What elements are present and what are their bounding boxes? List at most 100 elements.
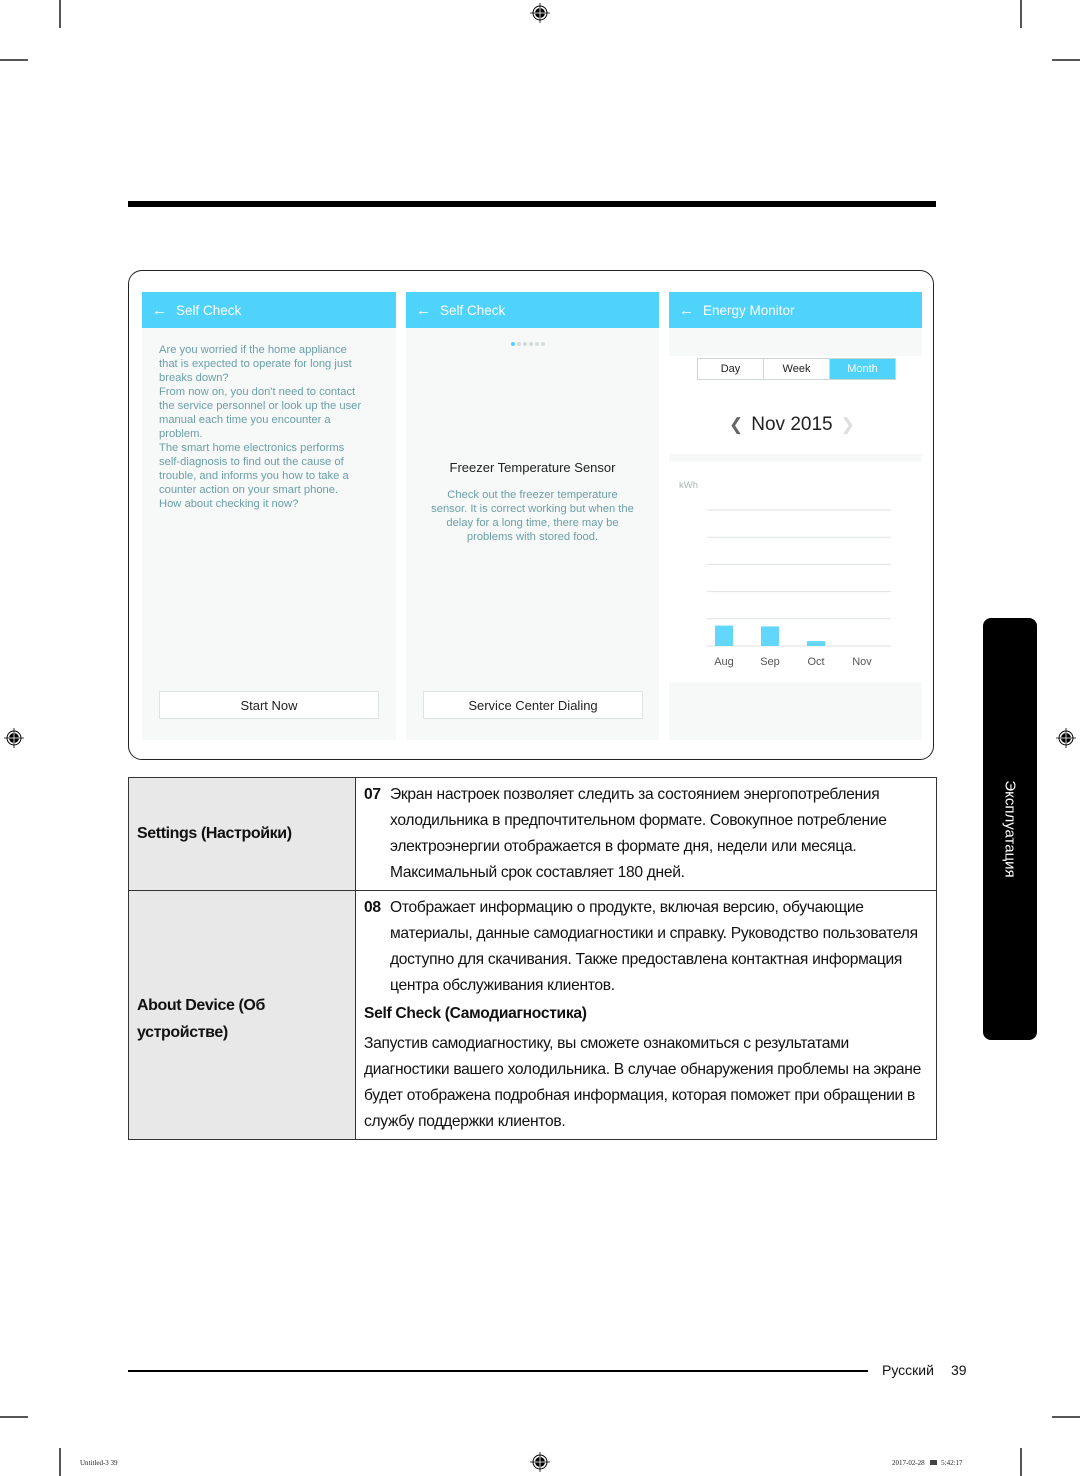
text-line: About Device (Об <box>137 997 265 1014</box>
start-now-button[interactable]: Start Now <box>159 691 379 719</box>
screen-energy-monitor: ← Energy Monitor Day Week Month ❮ Nov 20… <box>669 292 922 740</box>
screen-self-check-sensor: ← Self Check Freezer Temperature Sensor … <box>406 292 659 740</box>
text-line: Максимальный срок составляет 180 дней. <box>390 864 685 881</box>
x-tick-label: Nov <box>852 656 872 668</box>
crop-mark <box>1052 1416 1080 1418</box>
row-label-settings: Settings (Настройки) <box>128 777 356 891</box>
text-line: Запустив самодиагностику, вы сможете озн… <box>364 1035 849 1052</box>
text-line: 08 Отображает информацию о продукте, вклю… <box>364 895 928 921</box>
text-line: будет отображена подробная информация, к… <box>364 1087 915 1104</box>
app-bar: ← Energy Monitor <box>669 292 922 328</box>
feature-table: Settings (Настройки) 07 Экран настроек по… <box>128 777 937 1140</box>
text-line: Check out the freezer temperature <box>447 489 618 501</box>
item-number: 07 <box>364 786 381 803</box>
back-arrow-icon[interactable]: ← <box>152 303 167 318</box>
chart-panel: kWh Aug Sep Oct Nov <box>669 462 922 682</box>
text-line: counter action on your smart phone. <box>159 484 339 496</box>
text-line: диагностики вашего холодильника. В случа… <box>364 1061 921 1078</box>
text-line: службу поддержки клиентов. <box>364 1113 566 1130</box>
x-tick-label: Sep <box>760 656 780 668</box>
app-bar-title: Energy Monitor <box>703 302 795 318</box>
slug-box-icon <box>930 1460 938 1465</box>
crop-mark <box>59 1448 61 1476</box>
table-row: About Device (Об устройстве) 08 Отображае… <box>128 890 937 1140</box>
text-line: breaks down? <box>159 372 229 384</box>
back-arrow-icon[interactable]: ← <box>416 303 431 318</box>
registration-mark-icon <box>530 3 550 23</box>
page-dot <box>535 342 539 346</box>
slug-file: Untitled-3 39 <box>80 1459 118 1467</box>
table-row: Settings (Настройки) 07 Экран настроек по… <box>128 777 937 891</box>
slug-date: 2017-02-28 <box>892 1459 925 1467</box>
chevron-left-icon[interactable]: ❮ <box>729 415 743 435</box>
header-rule <box>128 201 936 207</box>
text-line: self-diagnosis to find out the cause of <box>159 456 344 468</box>
bar-aug <box>715 625 733 646</box>
row-label-about-device: About Device (Об устройстве) <box>128 890 356 1140</box>
slug-time: 5:42:17 <box>941 1459 963 1467</box>
app-bar-title: Self Check <box>176 302 242 318</box>
text-line: Отображает информацию о продукте, включа… <box>390 899 864 916</box>
text-line: 07 Экран настроек позволяет следить за со… <box>364 782 928 808</box>
footer-language: Русский <box>882 1362 934 1378</box>
bar-oct <box>807 641 825 646</box>
text-line: problems with stored food. <box>466 531 599 543</box>
text-line: устройстве) <box>137 1024 228 1041</box>
app-bar: ← Self Check <box>406 292 659 328</box>
page-dot <box>523 342 527 346</box>
screen-self-check-intro: ← Self Check Are you worried if the home… <box>142 292 396 740</box>
service-center-dialing-button[interactable]: Service Center Dialing <box>423 691 643 719</box>
text-line: delay for a long time, there may be <box>446 517 619 529</box>
text-line: From now on, you don't need to contact <box>159 386 356 398</box>
crop-mark <box>1020 0 1022 28</box>
tab-week[interactable]: Week <box>764 359 830 379</box>
crop-mark <box>1052 59 1080 61</box>
month-navigator: ❮ Nov 2015 ❯ <box>729 414 855 436</box>
text-line: How about checking it now? <box>159 498 299 510</box>
footer-rule <box>128 1370 868 1372</box>
text-line: manual each time you encounter a <box>159 414 331 426</box>
text-line: sensor. It is correct working but when t… <box>431 503 634 515</box>
current-period: Nov 2015 <box>751 414 833 435</box>
crop-mark <box>0 59 28 61</box>
text-line: Are you worried if the home appliance <box>159 344 347 356</box>
slug-timestamp: 2017-02-28 5:42:17 <box>892 1459 963 1467</box>
page-dot <box>529 342 533 346</box>
app-screenshots-frame: ← Self Check Are you worried if the home… <box>128 270 934 760</box>
row-description: 07 Экран настроек позволяет следить за со… <box>355 777 937 891</box>
page-dot <box>517 342 521 346</box>
text-line: доступно для скачивания. Также предостав… <box>390 951 903 968</box>
energy-bar-chart: kWh Aug Sep Oct Nov <box>679 480 891 668</box>
page-dot-active <box>511 342 515 346</box>
crop-mark <box>0 1416 28 1418</box>
period-tabs: Day Week Month <box>697 358 896 380</box>
text-line: холодильника в предпочтительном формате.… <box>390 812 887 829</box>
intro-text: Are you worried if the home appliance th… <box>159 343 389 511</box>
y-axis-label: kWh <box>679 480 698 491</box>
registration-mark-icon <box>1056 728 1076 748</box>
bar-sep <box>761 626 779 646</box>
item-number: 08 <box>364 899 381 916</box>
text-line: электроэнергии отображается в формате дн… <box>390 838 857 855</box>
text-line: The smart home electronics performs <box>159 442 345 454</box>
subheading-self-check: Self Check (Самодиагностика) <box>364 1005 587 1022</box>
row-description: 08 Отображает информацию о продукте, вклю… <box>355 890 937 1140</box>
crop-mark <box>59 0 61 28</box>
sensor-description: Check out the freezer temperature sensor… <box>406 488 659 544</box>
page-number: 39 <box>951 1362 967 1378</box>
registration-mark-icon <box>530 1452 550 1472</box>
text-line: problem. <box>159 428 203 440</box>
page-indicator <box>511 342 545 346</box>
page-dot <box>541 342 545 346</box>
tab-month[interactable]: Month <box>830 359 895 379</box>
text-line: that is expected to operate for long jus… <box>159 358 352 370</box>
registration-mark-icon <box>4 728 24 748</box>
app-bar: ← Self Check <box>142 292 396 328</box>
back-arrow-icon[interactable]: ← <box>679 303 694 318</box>
text-line: центра обслуживания клиентов. <box>390 977 615 994</box>
text-line: the service personnel or look up the use… <box>159 400 362 412</box>
chevron-right-icon[interactable]: ❯ <box>841 415 855 435</box>
app-bar-title: Self Check <box>440 302 506 318</box>
x-tick-label: Oct <box>807 656 824 668</box>
tab-day[interactable]: Day <box>698 359 764 379</box>
